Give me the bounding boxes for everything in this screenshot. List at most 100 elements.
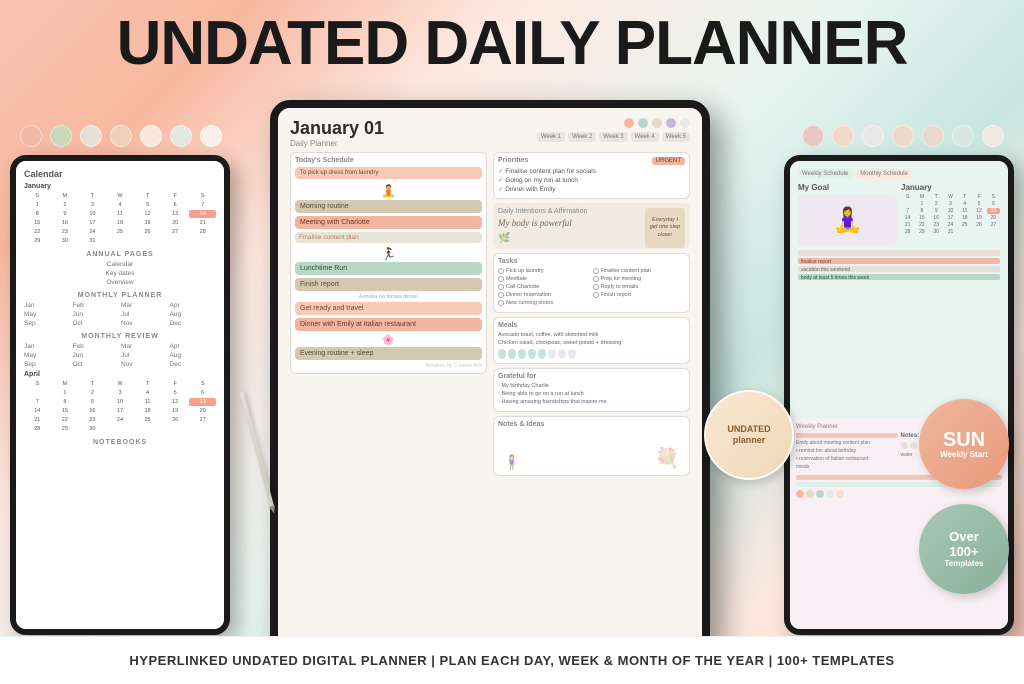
- lt-mp-dec[interactable]: Dec: [170, 320, 217, 327]
- ct-leaf-illus: 🌿: [498, 233, 685, 244]
- lt-mr-aug[interactable]: Aug: [170, 352, 217, 359]
- ct-left-col: Today's Schedule To pick up dress from l…: [290, 152, 487, 476]
- bottom-bar: HYPERLINKED UNDATED DIGITAL PLANNER | PL…: [0, 636, 1024, 684]
- lt-jan-grid: S M T W T F S 1 2 3 4 5 6 7 8 9 10 11 12…: [24, 192, 216, 245]
- rt-tab-weekly[interactable]: Weekly Schedule: [798, 169, 852, 179]
- ct-drop-6: [548, 349, 556, 359]
- lt-cal-d: 14: [189, 210, 216, 218]
- lt-april-cal: April SMTWTFS 123456 78910111213 1415161…: [24, 371, 216, 433]
- lt-mr-may[interactable]: May: [24, 352, 71, 359]
- dot-2: [50, 125, 72, 147]
- lt-jan-title: January: [24, 183, 216, 190]
- lt-cal-d: 10: [79, 210, 106, 218]
- lt-mr-nov[interactable]: Nov: [121, 361, 168, 368]
- lt-mp-jul[interactable]: Jul: [121, 311, 168, 318]
- lt-cal-d: 29: [24, 237, 51, 245]
- ct-template-credit: Template by Creative Arts: [295, 363, 482, 369]
- lt-monthly-review-grid: Jan Feb Mar Apr May Jun Jul Aug Sep Oct …: [24, 343, 216, 368]
- ct-grateful-2: Being able to go on a run at lunch: [498, 391, 685, 397]
- lt-mr-mar[interactable]: Mar: [121, 343, 168, 350]
- ct-priorities-box: URGENT Priorities Finalise content plan …: [493, 152, 690, 199]
- lt-mp-may[interactable]: May: [24, 311, 71, 318]
- ct-schedule-run: Lunchtime Run: [295, 262, 482, 275]
- rt-top: Weekly Schedule Monthly Schedule My Goal…: [790, 161, 1008, 418]
- left-tablet-title: Calendar: [24, 169, 216, 179]
- lt-cal-d: 1: [24, 201, 51, 209]
- ct-week-4[interactable]: Week 4: [631, 132, 659, 142]
- ct-task-3: Call Charlotte: [498, 284, 591, 290]
- lt-mp-nov[interactable]: Nov: [121, 320, 168, 327]
- ct-week-2[interactable]: Week 2: [568, 132, 596, 142]
- badge-templates: Over100+ Templates: [919, 504, 1009, 594]
- lt-cal-d: 24: [79, 228, 106, 236]
- lt-mr-feb[interactable]: Feb: [73, 343, 120, 350]
- lt-cal-d: 9: [52, 210, 79, 218]
- dot-r2: [832, 125, 854, 147]
- rt-tabs: Weekly Schedule Monthly Schedule: [798, 169, 1000, 179]
- lt-mp-apr[interactable]: Apr: [170, 302, 217, 309]
- lt-mr-jun[interactable]: Jun: [73, 352, 120, 359]
- lt-annual-title: ANNUAL PAGES: [24, 251, 216, 258]
- ct-check-9: [593, 292, 599, 298]
- lt-mp-sep[interactable]: Sep: [24, 320, 71, 327]
- ct-notes-flower-icon: 💐: [655, 446, 680, 471]
- lt-mr-apr[interactable]: Apr: [170, 343, 217, 350]
- lt-cal-h: S: [24, 192, 51, 200]
- lt-mp-jan[interactable]: Jan: [24, 302, 71, 309]
- lt-monthly-planner-title: MONTHLY PLANNER: [24, 292, 216, 299]
- ct-schedule-note2: Anneka na tomas dinner: [295, 294, 482, 300]
- ct-check-6: [593, 268, 599, 274]
- lt-cal-h: W: [107, 192, 134, 200]
- lt-mr-dec[interactable]: Dec: [170, 361, 217, 368]
- rt-wday-bar: [796, 433, 898, 438]
- ct-week-5[interactable]: Week 5: [662, 132, 690, 142]
- lt-cal-d: 27: [162, 228, 189, 236]
- lt-mp-oct[interactable]: Oct: [73, 320, 120, 327]
- dot-7: [200, 125, 222, 147]
- lt-mp-aug[interactable]: Aug: [170, 311, 217, 318]
- badge-sun-sub: Weekly Start: [940, 450, 988, 459]
- lt-annual-links: Calendar Key dates Overview: [24, 261, 216, 286]
- ct-grateful-title: Grateful for: [498, 373, 685, 380]
- lt-link-calendar[interactable]: Calendar: [107, 261, 133, 268]
- lt-mr-sep[interactable]: Sep: [24, 361, 71, 368]
- lt-cal-d: 8: [24, 210, 51, 218]
- ct-schedule-evening: Evening routine + sleep: [295, 347, 482, 360]
- badge-templates-sub: Templates: [945, 559, 984, 568]
- lt-cal-d: 19: [134, 219, 161, 227]
- ct-icon-4: [666, 118, 676, 128]
- lt-link-keydates[interactable]: Key dates: [106, 270, 135, 277]
- ct-schedule-plan: Finalise content plan: [295, 232, 482, 243]
- ct-check-1: [498, 268, 504, 274]
- ct-date-block: January 01 Daily Planner: [290, 118, 384, 148]
- badge-undated-text: UNDATED planner: [727, 424, 770, 446]
- rt-mdot-2: [806, 490, 814, 498]
- badge-templates-main: Over100+: [949, 530, 979, 559]
- ct-week-tabs: Week 1 Week 2 Week 3 Week 4 Week 5: [537, 132, 690, 142]
- lt-mp-jun[interactable]: Jun: [73, 311, 120, 318]
- dot-r5: [922, 125, 944, 147]
- rt-col-weekday: Emily about meeting content plan • remin…: [796, 433, 898, 470]
- ct-week-3[interactable]: Week 3: [599, 132, 627, 142]
- badge-undated-line2: planner: [733, 435, 766, 445]
- ct-task-8: Reply to emails: [593, 284, 686, 290]
- lt-mp-feb[interactable]: Feb: [73, 302, 120, 309]
- lt-mr-jul[interactable]: Jul: [121, 352, 168, 359]
- ct-drop-7: [558, 349, 566, 359]
- rt-tab-monthly[interactable]: Monthly Schedule: [856, 169, 912, 179]
- ct-notes-content: 💐 🧍‍♀️: [498, 431, 685, 471]
- rt-line-1: [798, 250, 1000, 256]
- lt-cal-d: 13: [162, 210, 189, 218]
- lt-january-cal: January S M T W T F S 1 2 3 4 5 6 7 8 9 …: [24, 183, 216, 245]
- dot-r3: [862, 125, 884, 147]
- lt-link-overview[interactable]: Overview: [106, 279, 133, 286]
- ct-week-1[interactable]: Week 1: [537, 132, 565, 142]
- lt-mp-mar[interactable]: Mar: [121, 302, 168, 309]
- lt-mr-oct[interactable]: Oct: [73, 361, 120, 368]
- rt-line-3: vacation this weekend: [798, 266, 1000, 272]
- lt-cal-d: 4: [107, 201, 134, 209]
- ct-tasks-title: Tasks: [498, 258, 685, 265]
- lt-mr-jan[interactable]: Jan: [24, 343, 71, 350]
- ct-drop-3: [518, 349, 526, 359]
- lt-cal-d: 17: [79, 219, 106, 227]
